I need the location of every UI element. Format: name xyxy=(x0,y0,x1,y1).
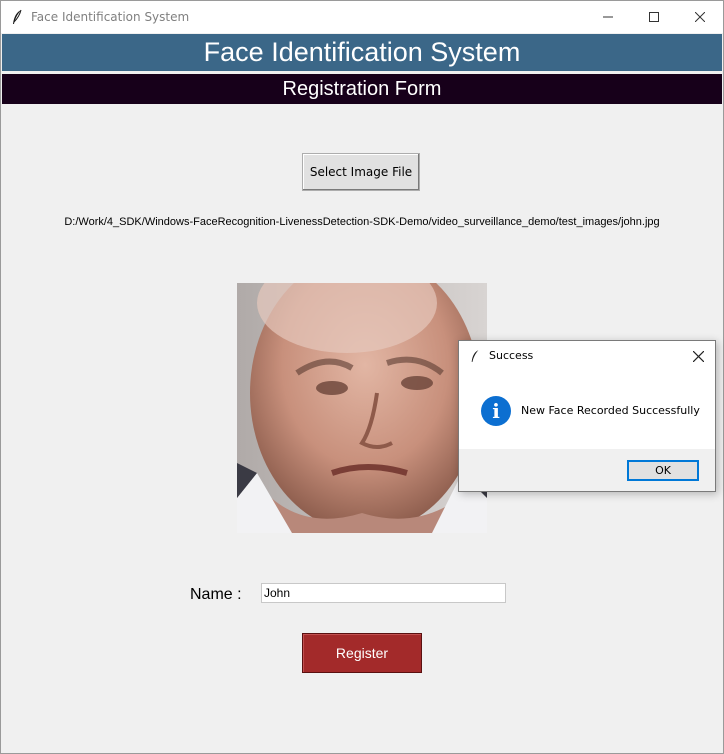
maximize-button[interactable] xyxy=(631,1,677,33)
maximize-icon xyxy=(649,12,659,22)
minimize-button[interactable] xyxy=(585,1,631,33)
register-button[interactable]: Register xyxy=(302,633,422,673)
app-title-banner: Face Identification System xyxy=(2,34,722,71)
name-label: Name : xyxy=(190,586,242,603)
minimize-icon xyxy=(603,16,613,18)
dialog-titlebar[interactable]: Success xyxy=(459,341,715,371)
dialog-title: Success xyxy=(489,349,534,362)
face-photo xyxy=(237,283,487,533)
file-path-label: D:/Work/4_SDK/Windows-FaceRecognition-Li… xyxy=(64,216,660,228)
dialog-close-button[interactable] xyxy=(689,347,707,365)
face-preview-image xyxy=(237,283,487,533)
window-titlebar[interactable]: Face Identification System xyxy=(1,1,723,33)
form-title-banner: Registration Form xyxy=(2,74,722,104)
success-dialog: Success i New Face Recorded Successfully… xyxy=(458,340,716,492)
select-image-button[interactable]: Select Image File xyxy=(302,153,420,191)
dialog-message: New Face Recorded Successfully xyxy=(521,404,700,417)
close-icon xyxy=(695,12,705,22)
window-title: Face Identification System xyxy=(31,10,190,24)
app-window: Face Identification System Face Identifi… xyxy=(0,0,724,754)
name-input[interactable]: John xyxy=(261,583,506,603)
close-button[interactable] xyxy=(677,1,723,33)
info-icon: i xyxy=(481,396,511,426)
feather-icon xyxy=(471,350,479,362)
dialog-body: i New Face Recorded Successfully xyxy=(459,371,715,449)
feather-icon xyxy=(13,9,22,24)
ok-button[interactable]: OK xyxy=(627,460,699,481)
close-icon xyxy=(692,350,704,362)
